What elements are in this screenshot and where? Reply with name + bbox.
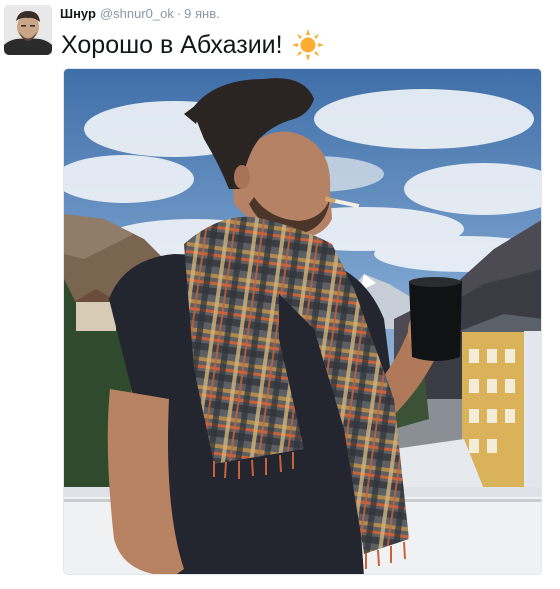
tweet-text: Хорошо в Абхазии!: [61, 28, 325, 62]
separator-dot: ·: [176, 6, 182, 21]
avatar[interactable]: [4, 5, 52, 55]
sun-icon: [291, 28, 325, 62]
tweet-text-content: Хорошо в Абхазии!: [61, 31, 283, 59]
author-username[interactable]: @shnur0_ok: [100, 6, 174, 21]
tweet[interactable]: Шнур @shnur0_ok · 9 янв. Хорошо в Абхазии!: [0, 0, 560, 589]
tweet-photo[interactable]: [63, 68, 542, 575]
tweet-header: Шнур @shnur0_ok · 9 янв.: [60, 6, 220, 22]
author-name[interactable]: Шнур: [60, 6, 96, 21]
tweet-timestamp[interactable]: 9 янв.: [184, 6, 220, 21]
